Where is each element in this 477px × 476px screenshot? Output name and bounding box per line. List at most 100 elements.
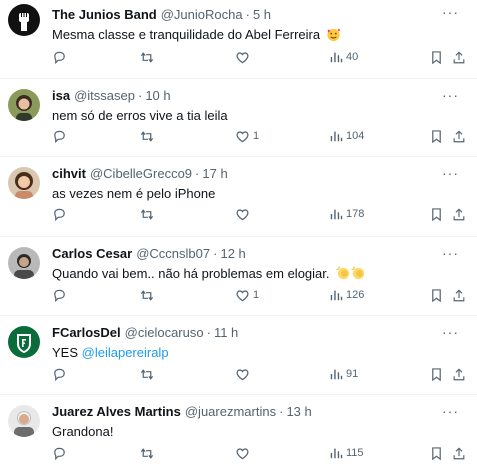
author-name[interactable]: Juarez Alves Martins	[52, 403, 181, 420]
heart-icon	[236, 447, 249, 459]
tweet-timestamp[interactable]: 5 h	[253, 6, 271, 23]
heart-icon	[236, 51, 249, 63]
reply-icon	[54, 130, 65, 143]
avatar[interactable]	[8, 405, 40, 437]
tweet[interactable]: isa @itssasep · 10 h nem só de erros viv…	[0, 79, 477, 157]
views-button[interactable]: 126	[329, 285, 364, 305]
avatar[interactable]	[8, 167, 40, 199]
share-button[interactable]	[452, 364, 466, 384]
share-button[interactable]	[452, 443, 466, 463]
author-handle[interactable]: @cielocaruso	[125, 324, 204, 341]
mention-link[interactable]: @leilapereiralp	[82, 345, 169, 360]
profile-photo-man-image	[8, 405, 40, 437]
avatar[interactable]	[8, 247, 40, 279]
bookmark-button[interactable]	[430, 364, 443, 384]
views-chart-icon	[330, 209, 343, 220]
author-name[interactable]: isa	[52, 87, 70, 104]
reply-button[interactable]	[52, 285, 67, 305]
views-chart-icon	[330, 131, 343, 142]
share-button[interactable]	[452, 285, 466, 305]
avatar[interactable]	[8, 4, 40, 36]
views-button[interactable]: 104	[329, 126, 364, 146]
views-button[interactable]: 40	[329, 47, 358, 67]
like-button[interactable]	[235, 364, 253, 384]
like-button[interactable]: 1	[235, 285, 259, 305]
reply-button[interactable]	[52, 204, 67, 224]
tweet[interactable]: Carlos Cesar @Cccnslb07 · 12 h Quando va…	[0, 237, 477, 316]
tweet-text-body: Quando vai bem.. não há problemas em elo…	[52, 266, 330, 281]
retweet-button[interactable]	[139, 285, 155, 305]
separator-dot: ·	[213, 246, 218, 261]
reply-button[interactable]	[52, 443, 67, 463]
tweet-text-body: as vezes nem é pelo iPhone	[52, 186, 216, 201]
share-button[interactable]	[452, 126, 466, 146]
author-handle[interactable]: @JunioRocha	[161, 6, 243, 23]
heart-icon	[236, 208, 249, 220]
share-icon	[453, 50, 465, 63]
views-chart-icon	[330, 448, 343, 459]
tweet-text: Mesma classe e tranquilidade do Abel Fer…	[52, 26, 465, 43]
bookmark-button[interactable]	[430, 443, 443, 463]
author-handle[interactable]: @Cccnslb07	[136, 245, 210, 262]
reply-icon	[54, 368, 65, 381]
like-button[interactable]: 1	[235, 126, 259, 146]
profile-photo-man-image	[8, 247, 40, 279]
like-button[interactable]	[235, 47, 253, 67]
timeline-feed: The Junios Band @JunioRocha · 5 h Mesma …	[0, 0, 477, 476]
more-options-icon[interactable]: ···	[442, 165, 459, 181]
reply-button[interactable]	[52, 364, 67, 384]
author-handle[interactable]: @juarezmartins	[185, 403, 276, 420]
views-chart-icon	[330, 290, 343, 301]
tweet-timestamp[interactable]: 11 h	[214, 324, 238, 341]
author-handle[interactable]: @itssasep	[74, 87, 135, 104]
reply-icon	[54, 289, 65, 302]
retweet-button[interactable]	[139, 47, 155, 67]
author-name[interactable]: FCarlosDel	[52, 324, 121, 341]
avatar[interactable]	[8, 89, 40, 121]
profile-photo-woman-image	[8, 89, 40, 121]
views-button[interactable]: 91	[329, 364, 358, 384]
retweet-button[interactable]	[139, 364, 155, 384]
bookmark-button[interactable]	[430, 126, 443, 146]
tweet[interactable]: Juarez Alves Martins @juarezmartins · 13…	[0, 395, 477, 476]
share-icon	[453, 446, 465, 459]
retweet-icon	[140, 289, 154, 301]
more-options-icon[interactable]: ···	[442, 87, 459, 103]
like-button[interactable]	[235, 443, 253, 463]
tweet-timestamp[interactable]: 10 h	[145, 87, 170, 104]
reply-button[interactable]	[52, 47, 67, 67]
tweet-timestamp[interactable]: 13 h	[286, 403, 311, 420]
tweet-text: YES @leilapereiralp	[52, 344, 465, 361]
retweet-button[interactable]	[139, 443, 155, 463]
tweet-text-body: Grandona!	[52, 424, 114, 439]
bookmark-button[interactable]	[430, 204, 443, 224]
share-button[interactable]	[452, 204, 466, 224]
retweet-icon	[140, 447, 154, 459]
tweet-timestamp[interactable]: 17 h	[202, 165, 227, 182]
like-button[interactable]	[235, 204, 253, 224]
more-options-icon[interactable]: ···	[442, 324, 459, 340]
like-count: 1	[253, 289, 260, 301]
views-button[interactable]: 178	[329, 204, 364, 224]
bookmark-icon	[432, 367, 441, 381]
more-options-icon[interactable]: ···	[442, 4, 459, 20]
author-name[interactable]: cihvit	[52, 165, 86, 182]
share-button[interactable]	[452, 47, 466, 67]
tweet[interactable]: FCarlosDel @cielocaruso · 11 h YES @leil…	[0, 316, 477, 395]
author-name[interactable]: Carlos Cesar	[52, 245, 132, 262]
retweet-button[interactable]	[139, 204, 155, 224]
author-handle[interactable]: @CibelleGrecco9	[90, 165, 192, 182]
tweet-timestamp[interactable]: 12 h	[220, 245, 245, 262]
tweet[interactable]: cihvit @CibelleGrecco9 · 17 h as vezes n…	[0, 157, 477, 237]
reply-button[interactable]	[52, 126, 67, 146]
views-button[interactable]: 115	[329, 443, 364, 463]
share-icon	[453, 207, 465, 220]
retweet-button[interactable]	[139, 126, 155, 146]
bookmark-button[interactable]	[430, 47, 443, 67]
author-name[interactable]: The Junios Band	[52, 6, 157, 23]
more-options-icon[interactable]: ···	[442, 403, 459, 419]
avatar[interactable]	[8, 326, 40, 358]
bookmark-button[interactable]	[430, 285, 443, 305]
tweet[interactable]: The Junios Band @JunioRocha · 5 h Mesma …	[0, 0, 477, 79]
more-options-icon[interactable]: ···	[442, 245, 459, 261]
